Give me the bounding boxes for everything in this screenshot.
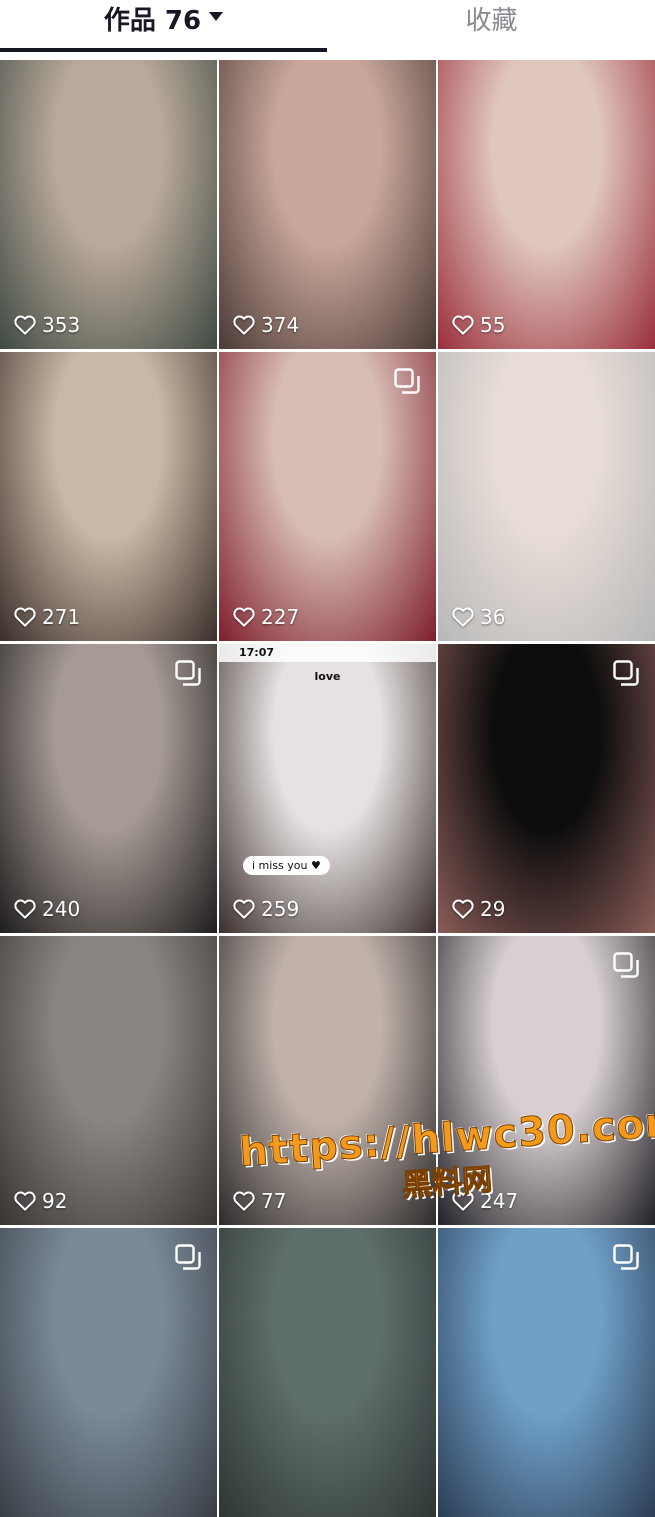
video-thumbnail[interactable]: 374 — [219, 60, 436, 349]
video-thumbnail[interactable]: 36 — [438, 352, 655, 641]
multi-image-icon — [613, 1244, 639, 1270]
thumbnail-image — [438, 60, 655, 349]
like-count-value: 259 — [261, 897, 300, 921]
heart-icon — [233, 899, 255, 919]
like-count-value: 92 — [42, 1189, 68, 1213]
multi-image-icon — [175, 660, 201, 686]
thumbnail-image — [219, 352, 436, 641]
multi-image-icon — [613, 660, 639, 686]
video-thumbnail[interactable]: 55 — [438, 60, 655, 349]
like-count: 92 — [14, 1189, 67, 1213]
active-tab-indicator — [0, 48, 327, 52]
tab-favorites-label: 收藏 — [465, 5, 518, 36]
thumbnail-image — [438, 644, 655, 933]
tab-works-label: 作品 76 — [103, 5, 202, 36]
like-count-value: 29 — [480, 897, 506, 921]
like-count: 29 — [452, 897, 505, 921]
like-count: 227 — [233, 605, 299, 629]
video-thumbnail[interactable] — [438, 1228, 655, 1517]
heart-icon — [233, 607, 255, 627]
phone-status-bar: 17:07 — [219, 644, 436, 662]
like-count: 55 — [452, 313, 505, 337]
like-count-value: 227 — [261, 605, 300, 629]
like-count: 259 — [233, 897, 299, 921]
thumbnail-image — [0, 60, 217, 349]
video-thumbnail[interactable]: 29 — [438, 644, 655, 933]
video-thumbnail[interactable]: 92 — [0, 936, 217, 1225]
heart-icon — [14, 607, 36, 627]
heart-icon — [14, 899, 36, 919]
video-thumbnail[interactable]: 17:07 love i miss you ♥ 259 — [219, 644, 436, 933]
heart-icon — [452, 315, 474, 335]
like-count: 36 — [452, 605, 505, 629]
like-count: 271 — [14, 605, 80, 629]
video-thumbnail[interactable]: 227 — [219, 352, 436, 641]
video-thumbnail[interactable]: 271 — [0, 352, 217, 641]
thumbnail-image — [219, 644, 436, 933]
multi-image-icon — [175, 1244, 201, 1270]
tab-favorites[interactable]: 收藏 — [328, 0, 655, 36]
video-grid: 353 374 55 271 227 36 240 17:07 love i miss you ♥… — [0, 60, 655, 1517]
like-count-value: 353 — [42, 313, 81, 337]
tab-works[interactable]: 作品 76 — [0, 0, 327, 36]
heart-icon — [14, 315, 36, 335]
like-count: 374 — [233, 313, 299, 337]
heart-icon — [452, 899, 474, 919]
like-count-value: 55 — [480, 313, 506, 337]
profile-tabs: 作品 76 收藏 — [0, 0, 655, 52]
thumbnail-image — [0, 644, 217, 933]
video-thumbnail[interactable] — [0, 1228, 217, 1517]
video-thumbnail[interactable]: 353 — [0, 60, 217, 349]
video-thumbnail[interactable] — [219, 1228, 436, 1517]
thumbnail-image — [0, 1228, 217, 1517]
like-count-value: 271 — [42, 605, 81, 629]
caret-down-icon — [209, 11, 224, 21]
multi-image-icon — [394, 368, 420, 394]
thumbnail-image — [438, 352, 655, 641]
thumbnail-image — [438, 1228, 655, 1517]
like-count: 353 — [14, 313, 80, 337]
like-count-value: 36 — [480, 605, 506, 629]
thumbnail-image — [219, 60, 436, 349]
phone-title: love — [314, 670, 341, 683]
thumbnail-image — [0, 936, 217, 1225]
like-count: 240 — [14, 897, 80, 921]
multi-image-icon — [613, 952, 639, 978]
message-bubble: i miss you ♥ — [243, 856, 330, 875]
video-thumbnail[interactable]: 240 — [0, 644, 217, 933]
phone-time: 17:07 — [239, 646, 275, 659]
thumbnail-image — [0, 352, 217, 641]
thumbnail-image — [219, 1228, 436, 1517]
like-count-value: 240 — [42, 897, 81, 921]
heart-icon — [233, 315, 255, 335]
like-count-value: 374 — [261, 313, 300, 337]
heart-icon — [14, 1191, 36, 1211]
heart-icon — [452, 607, 474, 627]
